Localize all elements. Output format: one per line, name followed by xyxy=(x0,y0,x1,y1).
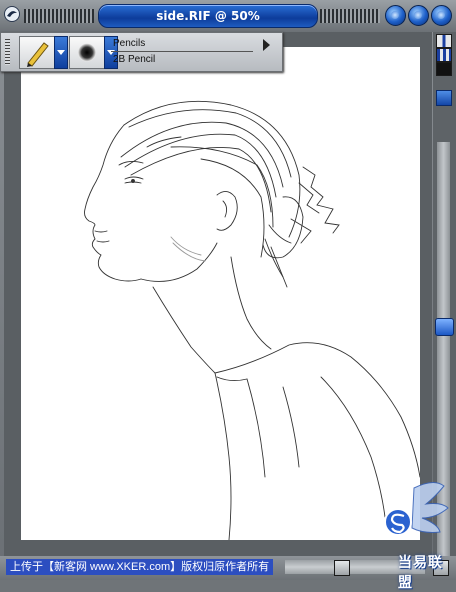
pencil-icon xyxy=(27,42,49,67)
scroll-left-button[interactable] xyxy=(334,560,350,576)
brush-variant-button[interactable] xyxy=(69,36,105,69)
title-grip-right xyxy=(320,9,380,23)
scroll-thumb[interactable] xyxy=(435,318,454,336)
property-bar-menu-arrow[interactable] xyxy=(263,39,270,51)
property-bar: Pencils 2B Pencil xyxy=(0,32,283,72)
property-bar-grip[interactable] xyxy=(5,39,10,65)
black-square-icon[interactable] xyxy=(436,62,452,76)
brush-tip-icon xyxy=(78,43,96,62)
brush-category-dropdown[interactable] xyxy=(54,36,68,69)
title-bar[interactable]: side.RIF @ 50% xyxy=(0,0,456,32)
brush-category-label[interactable]: Pencils xyxy=(113,38,145,49)
palette-toggle-icon[interactable] xyxy=(436,48,452,62)
status-text: 上传于【新客网 www.XKER.com】版权归原作者所有 xyxy=(6,559,274,575)
pencil-sketch-image xyxy=(84,100,420,540)
brush-category-button[interactable] xyxy=(19,36,55,69)
property-separator xyxy=(111,51,253,52)
title-grip-left xyxy=(24,9,94,23)
window-title: side.RIF @ 50% xyxy=(156,9,260,23)
grid-icon[interactable] xyxy=(436,34,452,48)
title-capsule: side.RIF @ 50% xyxy=(98,4,318,28)
drawing-canvas[interactable] xyxy=(21,47,420,540)
brush-variant-label[interactable]: 2B Pencil xyxy=(113,54,155,65)
app-window: side.RIF @ 50% Pencils 2B Pencil 上传于【新客网… xyxy=(0,0,456,590)
minimize-button[interactable] xyxy=(385,5,406,26)
scroll-up-button[interactable] xyxy=(436,90,452,106)
close-button[interactable] xyxy=(431,5,452,26)
maximize-button[interactable] xyxy=(408,5,429,26)
app-logo-icon[interactable] xyxy=(3,5,21,23)
watermark-text: 当易联盟 xyxy=(398,554,443,590)
